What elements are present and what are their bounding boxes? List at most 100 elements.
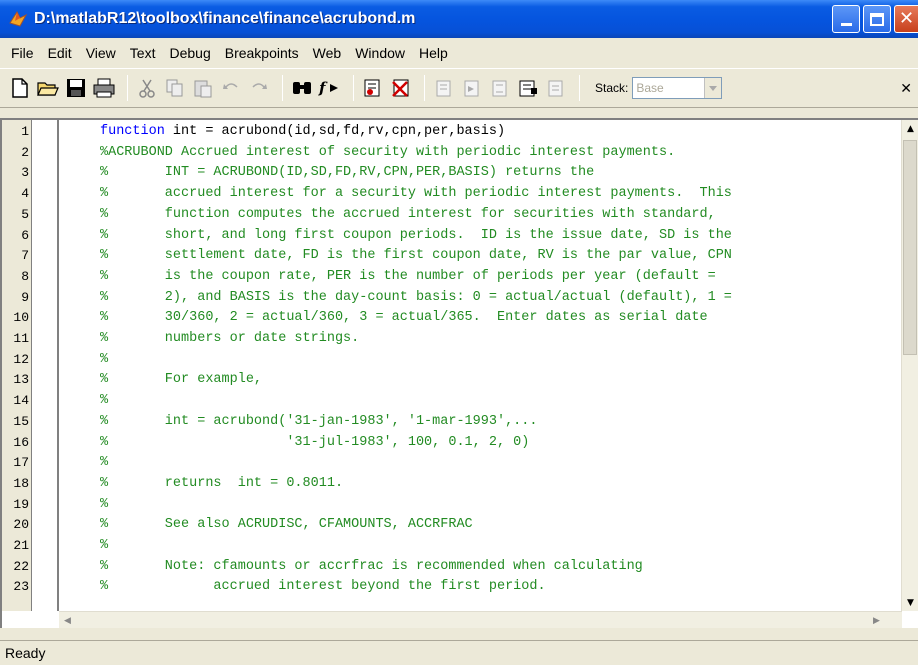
stack-label: Stack: (595, 81, 629, 95)
code-line[interactable]: % (100, 536, 108, 556)
menu-edit[interactable]: Edit (41, 42, 79, 64)
code-line[interactable]: % Note: cfamounts or accrfrac is recomme… (100, 557, 643, 577)
code-line[interactable]: % numbers or date strings. (100, 329, 359, 349)
code-line[interactable]: % is the coupon rate, PER is the number … (100, 267, 716, 287)
step-out-button[interactable] (488, 76, 512, 100)
cut-icon (139, 79, 155, 98)
code-line[interactable]: % 30/360, 2 = actual/360, 3 = actual/365… (100, 308, 708, 328)
code-text: int = acrubond(id,sd,fd,rv,cpn,per,basis… (164, 124, 506, 139)
paste-button[interactable] (191, 76, 215, 100)
minimize-icon (840, 22, 852, 26)
cut-button[interactable] (135, 76, 159, 100)
status-text: Ready (5, 645, 46, 661)
code-line[interactable]: % (100, 495, 108, 515)
continue-button[interactable] (516, 76, 540, 100)
title-bar[interactable]: D:\matlabR12\toolbox\finance\finance\acr… (0, 0, 918, 38)
save-button[interactable] (64, 76, 88, 100)
code-line[interactable]: % short, and long first coupon periods. … (100, 226, 732, 246)
scroll-left-button[interactable]: ◀ (59, 612, 76, 629)
code-line[interactable]: %ACRUBOND Accrued interest of security w… (100, 143, 675, 163)
scroll-right-button[interactable]: ▶ (868, 612, 885, 629)
menu-web[interactable]: Web (306, 42, 349, 64)
clear-breakpoints-button[interactable] (389, 76, 413, 100)
line-number: 17 (13, 455, 29, 471)
exit-debug-button[interactable] (544, 76, 568, 100)
code-line[interactable]: % 2), and BASIS is the day-count basis: … (100, 288, 732, 308)
menu-debug[interactable]: Debug (162, 42, 217, 64)
code-line[interactable]: % int = acrubond('31-jan-1983', '1-mar-1… (100, 412, 537, 432)
code-line[interactable]: % (100, 391, 108, 411)
code-line[interactable]: function int = acrubond(id,sd,fd,rv,cpn,… (100, 122, 505, 142)
code-line[interactable]: % See also ACRUDISC, CFAMOUNTS, ACCRFRAC (100, 515, 473, 535)
step-button[interactable] (432, 76, 456, 100)
set-breakpoint-button[interactable] (361, 76, 385, 100)
line-number: 14 (13, 393, 29, 409)
chevron-down-icon[interactable] (704, 78, 722, 98)
line-number: 21 (13, 538, 29, 553)
code-line[interactable]: % function computes the accrued interest… (100, 205, 716, 225)
comment-text: % (100, 455, 109, 471)
save-icon (67, 79, 85, 97)
step-icon (436, 80, 451, 97)
vertical-scroll-thumb[interactable] (903, 140, 917, 355)
print-button[interactable] (92, 76, 116, 100)
menu-text[interactable]: Text (123, 42, 163, 64)
menu-bar: File Edit View Text Debug Breakpoints We… (0, 38, 918, 68)
undo-button[interactable] (219, 76, 243, 100)
maximize-button[interactable] (863, 5, 891, 33)
stack-select[interactable]: Base (632, 77, 723, 99)
function-button[interactable]: f (318, 76, 342, 100)
menu-view[interactable]: View (79, 42, 123, 64)
continue-icon (519, 80, 537, 97)
menu-window[interactable]: Window (348, 42, 412, 64)
line-number: 10 (13, 310, 29, 326)
horizontal-scrollbar[interactable]: ◀ ▶ (59, 611, 902, 628)
window-title: D:\matlabR12\toolbox\finance\finance\acr… (34, 10, 416, 27)
toolbar-separator (353, 75, 354, 101)
menu-breakpoints[interactable]: Breakpoints (218, 42, 306, 64)
code-line[interactable]: % returns int = 0.8011. (100, 474, 343, 494)
exit-debug-icon (548, 80, 563, 97)
code-line[interactable]: % INT = ACRUBOND(ID,SD,FD,RV,CPN,PER,BAS… (100, 163, 594, 183)
code-line[interactable]: % '31-jul-1983', 100, 0.1, 2, 0) (100, 433, 529, 453)
new-file-button[interactable] (8, 76, 32, 100)
comment-text: % INT = ACRUBOND(ID,SD,FD,RV,CPN,PER,BAS… (100, 165, 595, 181)
open-button[interactable] (36, 76, 60, 100)
redo-button[interactable] (247, 76, 271, 100)
comment-text: % See also ACRUDISC, CFAMOUNTS, ACCRFRAC (100, 517, 473, 533)
function-icon: f (318, 79, 338, 97)
find-button[interactable] (290, 76, 314, 100)
scroll-down-button[interactable]: ▼ (902, 594, 918, 611)
matlab-app-icon[interactable] (8, 9, 28, 29)
code-line[interactable]: % accrued interest beyond the first peri… (100, 577, 546, 597)
scroll-up-button[interactable]: ▲ (902, 120, 918, 137)
close-icon[interactable]: ✕ (900, 81, 912, 97)
code-area[interactable]: function int = acrubond(id,sd,fd,rv,cpn,… (100, 120, 880, 611)
code-line[interactable]: % (100, 453, 108, 473)
code-line[interactable]: % For example, (100, 370, 262, 390)
comment-text: % returns int = 0.8011. (100, 475, 344, 491)
minimize-button[interactable] (832, 5, 860, 33)
undo-icon (223, 83, 238, 89)
paste-icon (194, 80, 212, 98)
code-line[interactable]: % settlement date, FD is the first coupo… (100, 246, 732, 266)
comment-text: % '31-jul-1983', 100, 0.1, 2, 0) (100, 434, 530, 450)
step-in-button[interactable] (460, 76, 484, 100)
toolbar: f Stack: Base ✕ (0, 68, 918, 108)
comment-text: % accrued interest beyond the first peri… (100, 579, 546, 595)
line-number: 23 (13, 579, 29, 595)
comment-text: % numbers or date strings. (100, 331, 360, 346)
menu-help[interactable]: Help (412, 42, 455, 64)
copy-button[interactable] (163, 76, 187, 100)
line-number: 16 (13, 434, 29, 450)
toolbar-separator (579, 75, 580, 101)
editor-pane[interactable]: 1 2 3 4 5 6 7 8 9 10 11 12 13 14 15 16 17 18 19 20 21 22 23 fu… (0, 118, 918, 628)
code-line[interactable]: % accrued interest for a security with p… (100, 184, 732, 204)
toolbar-separator (424, 75, 425, 101)
print-icon (93, 78, 115, 98)
code-line[interactable]: % (100, 350, 108, 370)
close-button[interactable]: ✕ (894, 5, 918, 33)
comment-text: % int = acrubond('31-jan-1983', '1-mar-1… (100, 413, 538, 429)
vertical-scrollbar[interactable]: ▲ ▼ (901, 120, 918, 611)
menu-file[interactable]: File (4, 42, 41, 64)
